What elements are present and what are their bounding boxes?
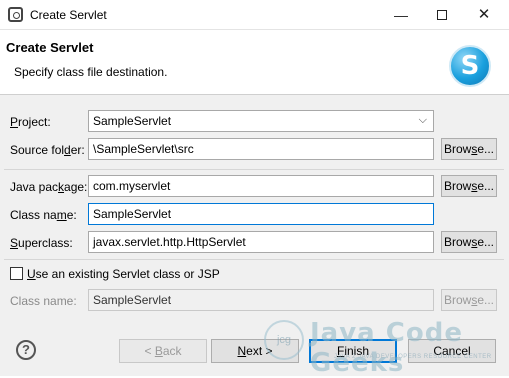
existing-class-name-field: SampleServlet [88,289,434,311]
servlet-logo-icon: S [449,45,491,87]
project-value: SampleServlet [93,114,172,128]
maximize-icon [437,10,447,20]
use-existing-checkbox[interactable] [10,267,23,280]
class-name-field[interactable]: SampleServlet [88,203,434,225]
class-name-label: Class name: [10,208,77,222]
source-folder-field[interactable]: \SampleServlet\src [88,138,434,160]
use-existing-label[interactable]: Use an existing Servlet class or JSP [27,267,220,281]
cancel-button[interactable]: Cancel [408,339,496,363]
close-button[interactable]: ✕ [467,2,501,28]
window-title: Create Servlet [30,8,107,22]
project-combo[interactable]: SampleServlet ⌵ [88,110,434,132]
next-button[interactable]: Next > [211,339,299,363]
title-bar: Create Servlet — ✕ [0,0,509,30]
wizard-description: Specify class file destination. [14,65,168,79]
java-package-label: Java package: [10,180,88,194]
wizard-title: Create Servlet [6,40,94,55]
source-folder-browse-button[interactable]: Browse... [441,138,497,160]
separator [4,169,504,170]
help-icon[interactable]: ? [16,340,36,360]
eclipse-app-icon [8,7,23,22]
wizard-footer: ? < Back Next > Finish Cancel [0,324,509,376]
java-package-browse-button[interactable]: Browse... [441,175,497,197]
minimize-button[interactable]: — [384,2,418,28]
source-folder-label: Source folder: [10,143,85,157]
existing-class-name-label: Class name: [10,294,77,308]
superclass-label: Superclass: [10,236,73,250]
finish-button[interactable]: Finish [309,339,397,363]
project-label: Project: [10,115,51,129]
existing-class-browse-button: Browse... [441,289,497,311]
chevron-down-icon: ⌵ [418,114,427,126]
wizard-header: Create Servlet Specify class file destin… [0,31,509,93]
maximize-button[interactable] [425,2,459,28]
wizard-body: Project: SampleServlet ⌵ Source folder: … [0,94,509,324]
java-package-field[interactable]: com.myservlet [88,175,434,197]
separator [4,259,504,260]
superclass-browse-button[interactable]: Browse... [441,231,497,253]
back-button: < Back [119,339,207,363]
superclass-field[interactable]: javax.servlet.http.HttpServlet [88,231,434,253]
